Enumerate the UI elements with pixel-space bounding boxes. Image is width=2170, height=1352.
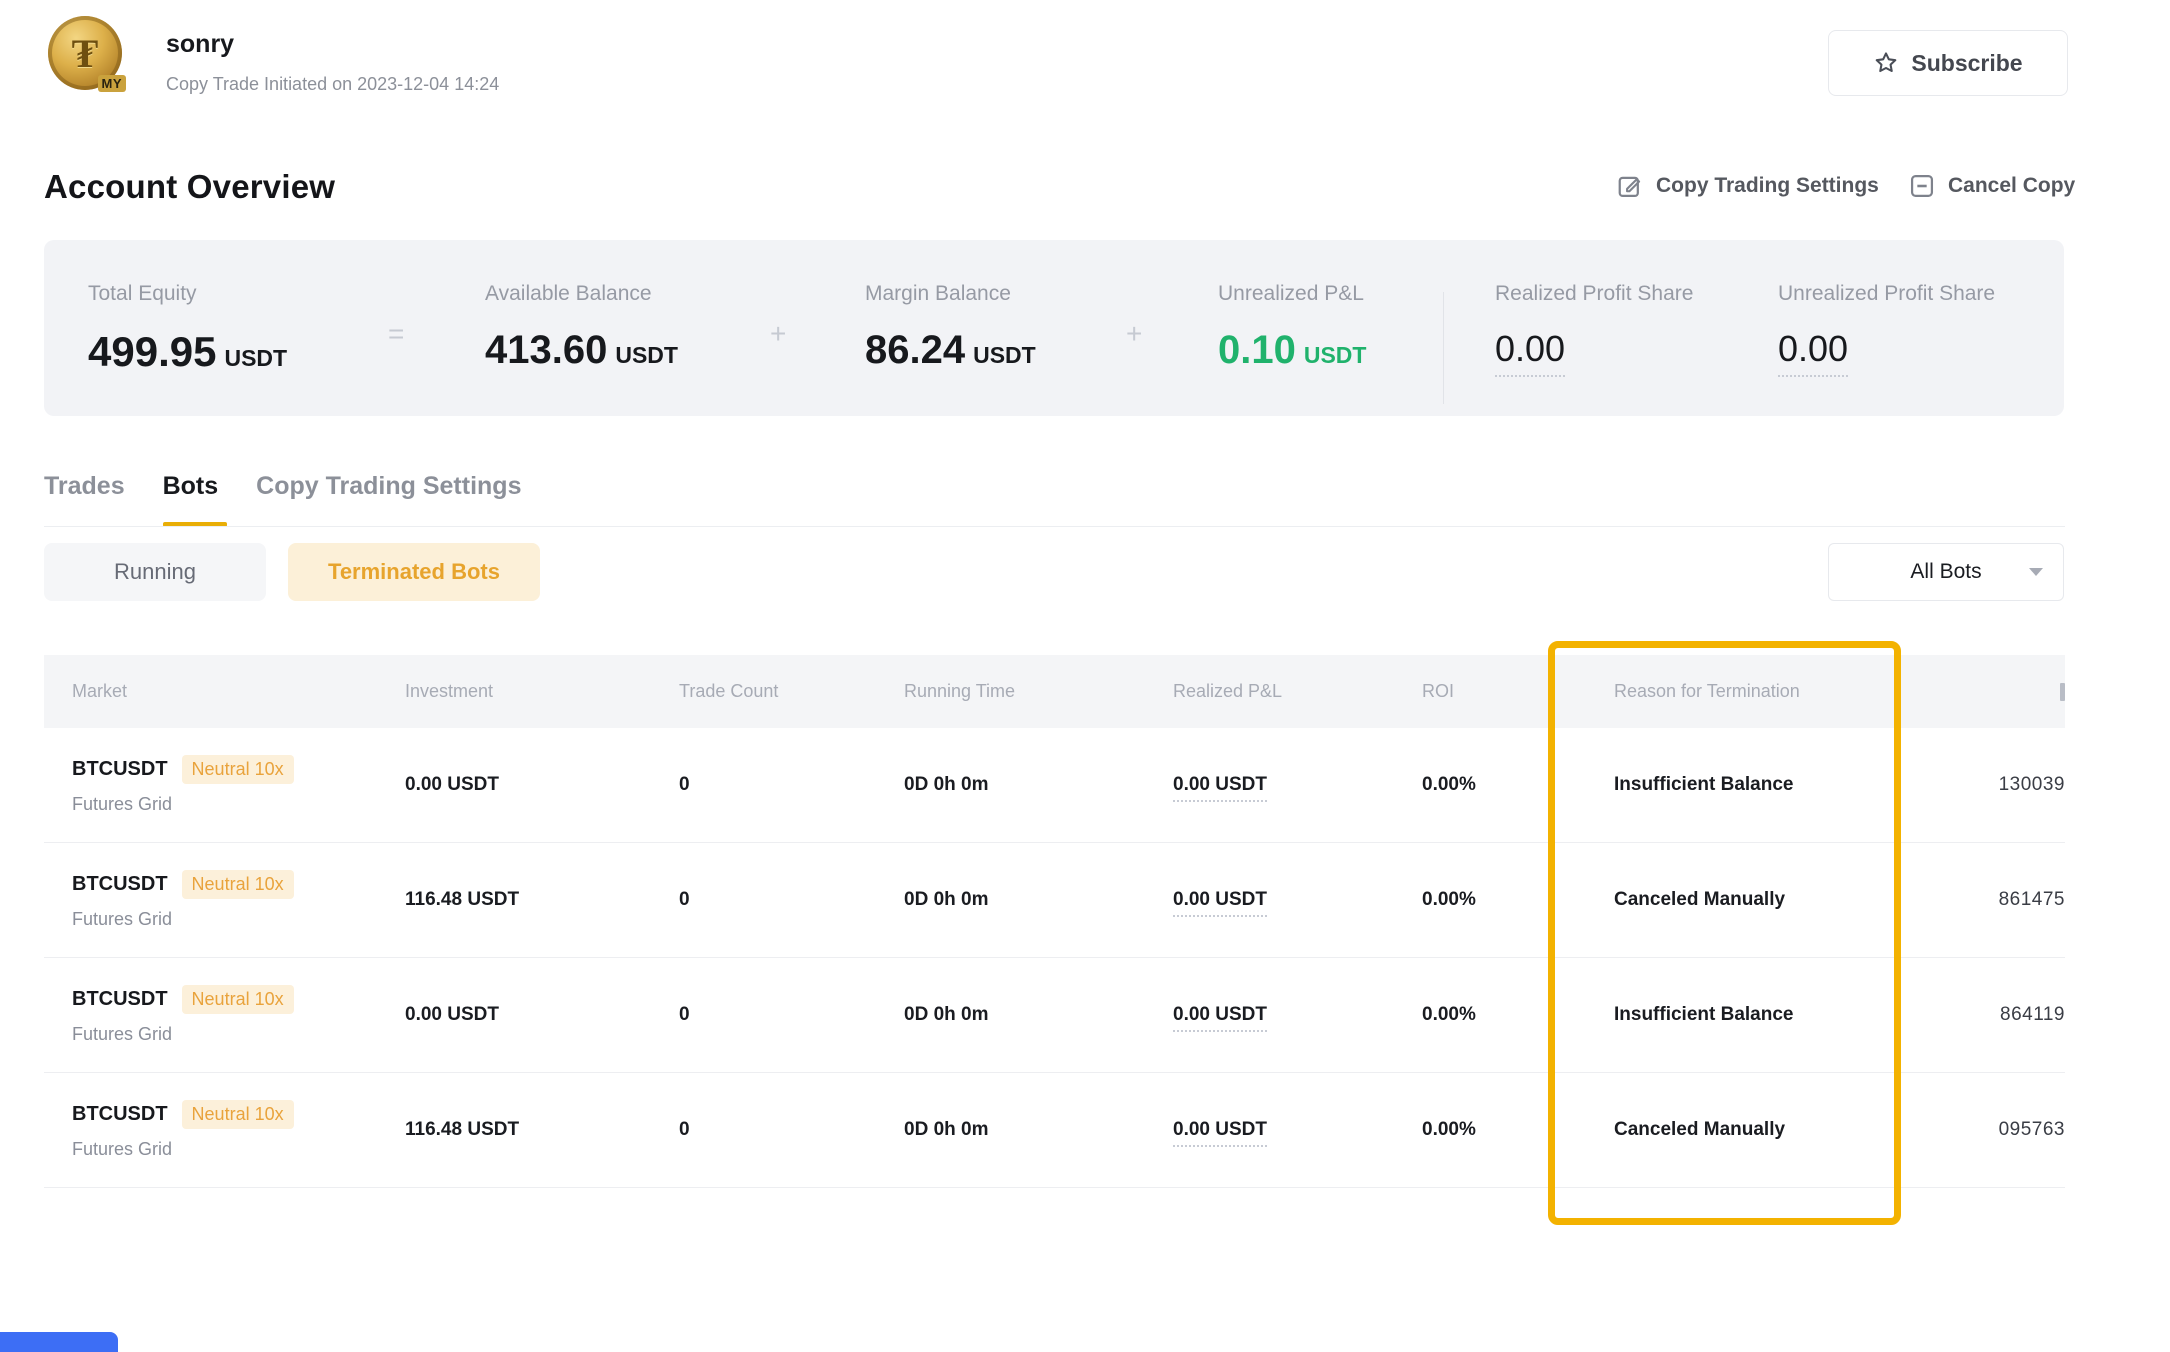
leverage-badge: Neutral 10x	[182, 755, 294, 784]
subscribe-button[interactable]: Subscribe	[1828, 30, 2068, 96]
cancel-copy-label: Cancel Copy	[1948, 174, 2075, 198]
market-cell: BTCUSDT Neutral 10x Futures Grid	[72, 985, 405, 1045]
stat-label: Margin Balance	[865, 282, 1011, 306]
bot-id-cell: 130039	[1900, 774, 2065, 796]
running-time-cell: 0D 0h 0m	[904, 774, 1173, 796]
plus-operator: +	[1126, 318, 1142, 350]
stat-label: Unrealized P&L	[1218, 282, 1364, 306]
bot-id-cell: 861475	[1900, 889, 2065, 911]
stat-value: 86.24USDT	[865, 328, 1036, 373]
bot-id-cell: 095763	[1900, 1119, 2065, 1141]
avatar-badge: MY	[98, 75, 127, 92]
reason-cell: Insufficient Balance	[1614, 1004, 1900, 1026]
bot-type: Futures Grid	[72, 794, 405, 815]
all-bots-dropdown-value: All Bots	[1910, 560, 1981, 584]
realized-pnl-cell[interactable]: 0.00 USDT	[1173, 1119, 1422, 1141]
stat-value-green: 0.10USDT	[1218, 328, 1366, 373]
stat-label: Total Equity	[88, 282, 197, 306]
stat-label: Realized Profit Share	[1495, 282, 1693, 306]
chat-widget-fragment[interactable]	[0, 1332, 118, 1352]
trade-count-cell: 0	[679, 774, 904, 796]
table-header-row: Market Investment Trade Count Running Ti…	[44, 655, 2065, 728]
leverage-badge: Neutral 10x	[182, 1100, 294, 1129]
chevron-down-icon	[2029, 568, 2043, 576]
stat-value[interactable]: 0.00	[1495, 328, 1565, 370]
tabs-divider	[44, 526, 2065, 527]
edit-icon	[1616, 172, 1644, 200]
trade-count-cell: 0	[679, 1004, 904, 1026]
investment-cell: 116.48 USDT	[405, 889, 679, 911]
tab-bots[interactable]: Bots	[163, 472, 219, 527]
all-bots-dropdown[interactable]: All Bots	[1828, 543, 2064, 601]
table-row[interactable]: BTCUSDT Neutral 10x Futures Grid 0.00 US…	[44, 728, 2065, 843]
account-overview-panel: Total Equity 499.95USDT = Available Bala…	[44, 240, 2064, 416]
bot-type: Futures Grid	[72, 909, 405, 930]
running-time-cell: 0D 0h 0m	[904, 889, 1173, 911]
minus-square-icon	[1908, 172, 1936, 200]
market-cell: BTCUSDT Neutral 10x Futures Grid	[72, 870, 405, 930]
table-row[interactable]: BTCUSDT Neutral 10x Futures Grid 116.48 …	[44, 1073, 2065, 1188]
reason-cell: Canceled Manually	[1614, 1119, 1900, 1141]
stats-divider	[1443, 292, 1444, 404]
realized-pnl-cell[interactable]: 0.00 USDT	[1173, 889, 1422, 911]
header-reason: Reason for Termination	[1614, 681, 1900, 702]
roi-cell: 0.00%	[1422, 774, 1614, 796]
page-title: Account Overview	[44, 168, 335, 206]
copy-trade-initiated-text: Copy Trade Initiated on 2023-12-04 14:24	[166, 74, 499, 95]
trader-name: sonry	[166, 30, 234, 59]
avatar: ₮ MY	[48, 16, 122, 90]
roi-cell: 0.00%	[1422, 1119, 1614, 1141]
stat-value: 413.60USDT	[485, 328, 678, 373]
realized-pnl-cell[interactable]: 0.00 USDT	[1173, 774, 1422, 796]
reason-cell: Insufficient Balance	[1614, 774, 1900, 796]
trade-count-cell: 0	[679, 1119, 904, 1141]
market-cell: BTCUSDT Neutral 10x Futures Grid	[72, 1100, 405, 1160]
terminated-bots-filter-button[interactable]: Terminated Bots	[288, 543, 540, 601]
cancel-copy-button[interactable]: Cancel Copy	[1908, 172, 2075, 200]
bot-type: Futures Grid	[72, 1139, 405, 1160]
header-market: Market	[72, 681, 405, 702]
running-time-cell: 0D 0h 0m	[904, 1119, 1173, 1141]
header-realized-pnl: Realized P&L	[1173, 681, 1422, 702]
investment-cell: 0.00 USDT	[405, 1004, 679, 1026]
realized-pnl-cell[interactable]: 0.00 USDT	[1173, 1004, 1422, 1026]
clipped-column-header	[2060, 683, 2065, 701]
header-roi: ROI	[1422, 681, 1614, 702]
copy-trading-settings-label: Copy Trading Settings	[1656, 174, 1879, 198]
reason-cell: Canceled Manually	[1614, 889, 1900, 911]
running-time-cell: 0D 0h 0m	[904, 1004, 1173, 1026]
header-investment: Investment	[405, 681, 679, 702]
copy-trading-settings-button[interactable]: Copy Trading Settings	[1616, 172, 1879, 200]
stat-label: Unrealized Profit Share	[1778, 282, 1995, 306]
market-cell: BTCUSDT Neutral 10x Futures Grid	[72, 755, 405, 815]
table-row[interactable]: BTCUSDT Neutral 10x Futures Grid 116.48 …	[44, 843, 2065, 958]
header-running-time: Running Time	[904, 681, 1173, 702]
running-filter-button[interactable]: Running	[44, 543, 266, 601]
table-row[interactable]: BTCUSDT Neutral 10x Futures Grid 0.00 US…	[44, 958, 2065, 1073]
tab-copy-trading-settings[interactable]: Copy Trading Settings	[256, 472, 521, 527]
subscribe-label: Subscribe	[1911, 50, 2022, 77]
equals-operator: =	[388, 318, 404, 350]
star-icon	[1873, 50, 1899, 76]
stat-value: 499.95USDT	[88, 328, 287, 376]
tab-trades[interactable]: Trades	[44, 472, 125, 527]
roi-cell: 0.00%	[1422, 889, 1614, 911]
roi-cell: 0.00%	[1422, 1004, 1614, 1026]
terminated-bots-table: Market Investment Trade Count Running Ti…	[44, 655, 2065, 1188]
stat-label: Available Balance	[485, 282, 652, 306]
plus-operator: +	[770, 318, 786, 350]
header-trade-count: Trade Count	[679, 681, 904, 702]
leverage-badge: Neutral 10x	[182, 985, 294, 1014]
tab-bar: Trades Bots Copy Trading Settings	[44, 472, 521, 527]
tether-coin-icon: ₮	[72, 30, 99, 77]
bot-id-cell: 864119	[1900, 1004, 2065, 1026]
bot-type: Futures Grid	[72, 1024, 405, 1045]
trade-count-cell: 0	[679, 889, 904, 911]
copy-trading-page: ₮ MY sonry Copy Trade Initiated on 2023-…	[0, 0, 2170, 1352]
leverage-badge: Neutral 10x	[182, 870, 294, 899]
investment-cell: 116.48 USDT	[405, 1119, 679, 1141]
stat-value[interactable]: 0.00	[1778, 328, 1848, 370]
investment-cell: 0.00 USDT	[405, 774, 679, 796]
